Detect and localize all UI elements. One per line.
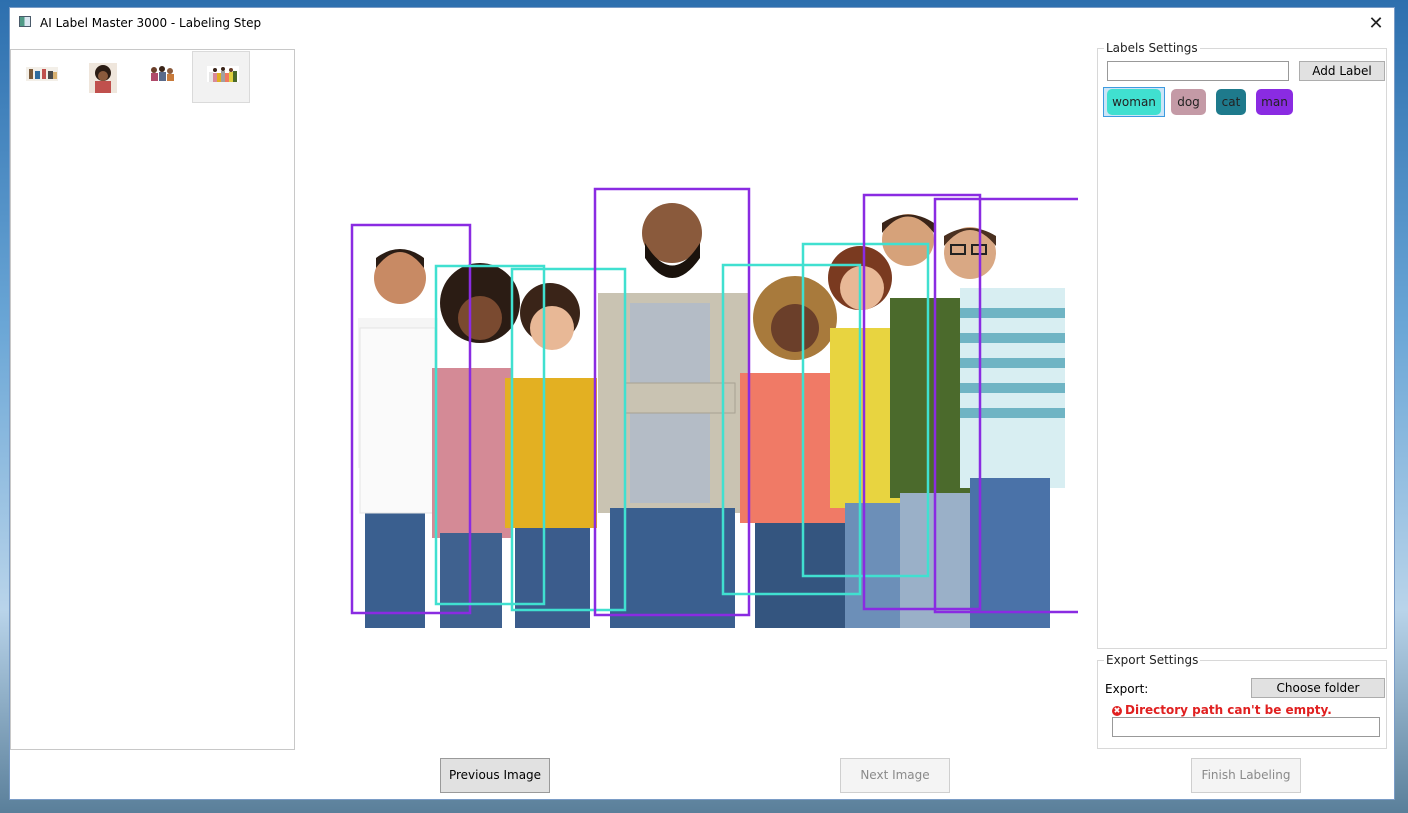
label-chip-man[interactable]: man xyxy=(1256,89,1293,115)
directory-path-input[interactable] xyxy=(1112,717,1380,737)
export-label: Export: xyxy=(1105,682,1149,696)
thumbnail-list xyxy=(10,49,295,750)
label-chip-selection: woman xyxy=(1103,87,1165,117)
export-settings-group: Export Settings Export: Choose folder ✖ D… xyxy=(1097,653,1387,749)
thumbnail-item-1[interactable] xyxy=(12,51,70,103)
thumbnail-item-3[interactable] xyxy=(132,51,190,103)
title-bar: AI Label Master 3000 - Labeling Step ✕ xyxy=(10,8,1394,38)
label-chip-cat[interactable]: cat xyxy=(1216,89,1246,115)
export-settings-title: Export Settings xyxy=(1104,653,1201,667)
family-thumbnail-icon xyxy=(146,65,178,81)
error-icon: ✖ xyxy=(1112,706,1122,716)
crowd-thumbnail-icon xyxy=(207,66,239,82)
close-icon[interactable]: ✕ xyxy=(1358,8,1394,38)
labeled-image xyxy=(350,187,1078,628)
image-canvas[interactable] xyxy=(340,178,1078,628)
directory-error-message: Directory path can't be empty. xyxy=(1125,703,1332,717)
labels-settings-group: Labels Settings Add Label woman dog cat … xyxy=(1097,41,1387,649)
directory-error: ✖ Directory path can't be empty. xyxy=(1112,703,1332,717)
next-image-button[interactable]: Next Image xyxy=(840,758,950,793)
previous-image-button[interactable]: Previous Image xyxy=(440,758,550,793)
thumbnail-item-2[interactable] xyxy=(72,51,130,103)
new-label-input[interactable] xyxy=(1107,61,1289,81)
thumbnail-item-4-selected[interactable] xyxy=(192,51,250,103)
label-chip-dog[interactable]: dog xyxy=(1171,89,1206,115)
window-title: AI Label Master 3000 - Labeling Step xyxy=(40,16,262,30)
portrait-thumbnail-icon xyxy=(89,63,117,93)
app-icon xyxy=(19,16,31,27)
label-chip-woman[interactable]: woman xyxy=(1107,89,1161,115)
group-photo-thumbnail-icon xyxy=(26,67,58,81)
app-window: AI Label Master 3000 - Labeling Step ✕ L… xyxy=(9,7,1395,800)
add-label-button[interactable]: Add Label xyxy=(1299,61,1385,81)
labels-settings-title: Labels Settings xyxy=(1104,41,1200,55)
finish-labeling-button[interactable]: Finish Labeling xyxy=(1191,758,1301,793)
choose-folder-button[interactable]: Choose folder xyxy=(1251,678,1385,698)
